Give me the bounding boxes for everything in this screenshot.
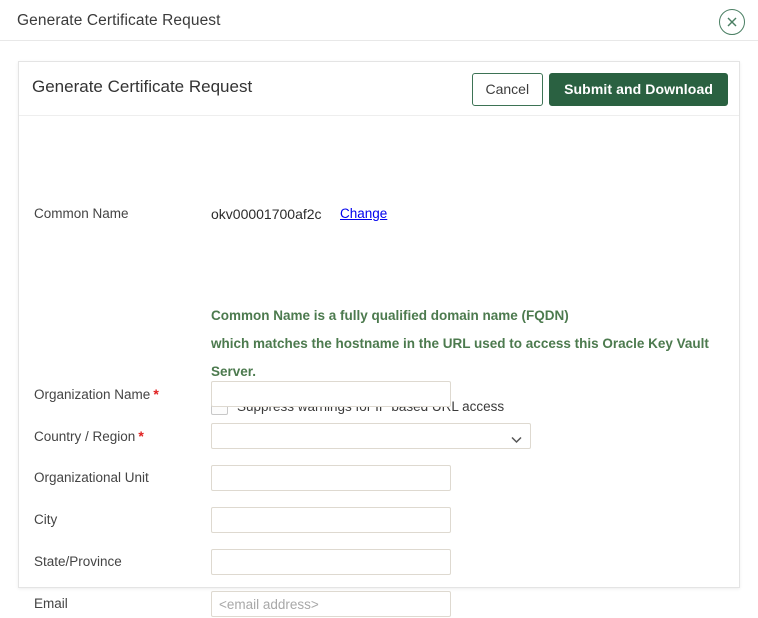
common-name-row: Common Name okv00001700af2c Change [19,200,739,228]
card-action-buttons: Cancel Submit and Download [471,73,728,106]
organization-name-label: Organization Name * [34,380,159,409]
organization-name-row: Organization Name * [19,380,739,408]
page-title: Generate Certificate Request [32,77,253,96]
country-region-label-text: Country / Region [34,429,136,444]
certificate-request-card: Generate Certificate Request Cancel Subm… [18,61,740,617]
email-field[interactable] [211,591,451,617]
organizational-unit-label: Organizational Unit [34,470,149,485]
close-icon-glyph [727,17,737,27]
organizational-unit-row: Organizational Unit [19,464,739,492]
state-province-input[interactable] [211,549,451,575]
city-label: City [34,512,58,527]
card-header: Generate Certificate Request Cancel Subm… [19,62,739,116]
city-input[interactable] [211,507,451,533]
city-row: City [19,506,739,534]
window-title: Generate Certificate Request [17,12,221,29]
organization-name-required-marker: * [153,386,159,402]
country-region-required-marker: * [138,428,144,444]
organizational-unit-input[interactable] [211,465,451,491]
close-circle-icon[interactable] [719,9,745,35]
country-region-row: Country / Region * [19,422,739,450]
country-region-label: Country / Region * [34,422,144,451]
organization-name-input[interactable] [211,381,451,407]
fqdn-note-line-1: Common Name is a fully qualified domain … [211,308,569,323]
email-row: Email [19,590,739,618]
country-region-select[interactable] [211,423,531,449]
country-region-select-wrapper[interactable] [211,423,531,449]
window-title-bar: Generate Certificate Request [0,0,758,41]
common-name-label: Common Name [34,206,129,221]
state-province-label: State/Province [34,554,122,569]
common-name-value: okv00001700af2c [211,206,322,222]
fqdn-note: Common Name is a fully qualified domain … [211,302,711,386]
fqdn-note-line-2: which matches the hostname in the URL us… [211,336,709,351]
change-common-name-link[interactable]: Change [340,200,387,228]
state-province-row: State/Province [19,548,739,576]
cancel-button[interactable]: Cancel [471,73,544,106]
email-label: Email [34,596,68,611]
submit-and-download-button[interactable]: Submit and Download [549,73,728,106]
organization-name-label-text: Organization Name [34,387,151,402]
